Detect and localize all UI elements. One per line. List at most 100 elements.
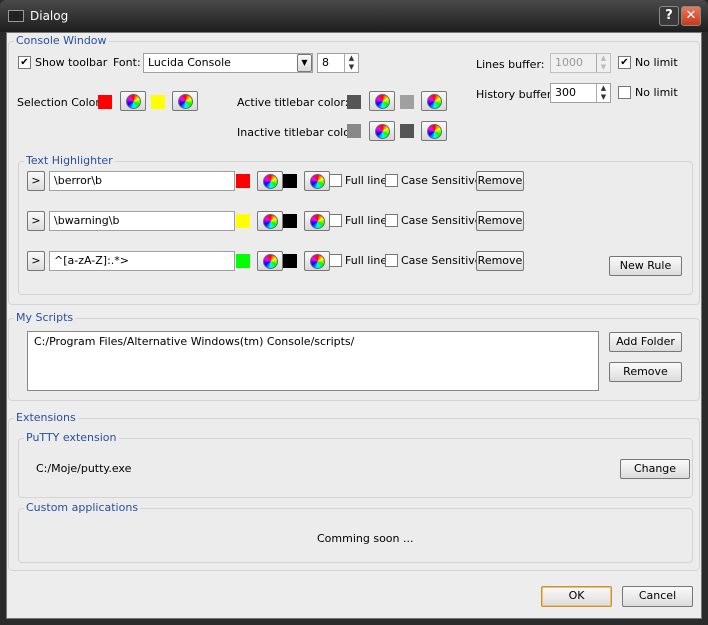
font-select[interactable]: Lucida Console [143,53,313,73]
app-icon [8,10,24,22]
color-wheel-icon [375,124,390,139]
history-buffer-spin-arrows[interactable]: ▲ ▼ [596,84,610,102]
lines-buffer-spin-arrows[interactable]: ▲ ▼ [596,54,610,72]
inactive-titlebar-label: Inactive titlebar color: [237,126,358,139]
rule-pattern-input[interactable]: \berror\b [49,171,235,191]
rule-fg-color-button[interactable] [257,171,283,191]
scripts-list[interactable]: C:/Program Files/Alternative Windows(tm)… [27,331,599,391]
console-window-label: Console Window [14,34,109,47]
custom-apps-text: Comming soon ... [317,532,414,545]
history-buffer-label: History buffer: [476,88,555,101]
rule-bg-color-button[interactable] [304,211,330,231]
rule-bg-swatch [283,254,297,268]
rule-bg-color-button[interactable] [304,171,330,191]
history-buffer-value: 300 [555,86,576,99]
active-fg-color-button[interactable] [369,91,395,111]
full-line-label: Full line [345,254,388,267]
rule-pattern-value: \berror\b [54,174,103,187]
case-sensitive-checkbox[interactable] [385,214,398,227]
close-button[interactable]: ✕ [681,6,701,26]
font-size-value: 8 [322,56,329,69]
case-sensitive-checkbox[interactable] [385,174,398,187]
color-wheel-icon [375,94,390,109]
color-wheel-icon [427,94,442,109]
rule-pattern-input[interactable]: ^[a-zA-Z]:.*> [49,251,235,271]
history-no-limit-label: No limit [635,86,678,99]
my-scripts-label: My Scripts [14,311,76,324]
full-line-checkbox[interactable] [329,214,342,227]
rule-fg-swatch [236,214,250,228]
active-fg-swatch [347,95,361,109]
scripts-list-item[interactable]: C:/Program Files/Alternative Windows(tm)… [34,335,592,348]
selection-bg-color-button[interactable] [172,91,198,111]
rule-bg-swatch [283,174,297,188]
text-highlighter-label: Text Highlighter [24,154,115,167]
color-wheel-icon [263,214,278,229]
putty-path: C:/Moje/putty.exe [36,462,132,475]
color-wheel-icon [427,124,442,139]
full-line-label: Full line [345,174,388,187]
remove-rule-button[interactable]: Remove [476,251,524,271]
expand-rule-button[interactable]: > [27,171,45,191]
font-value: Lucida Console [148,56,231,69]
color-wheel-icon [178,94,193,109]
full-line-checkbox[interactable] [329,174,342,187]
full-line-checkbox[interactable] [329,254,342,267]
active-bg-color-button[interactable] [421,91,447,111]
selection-fg-color-button[interactable] [120,91,146,111]
title-bar[interactable]: Dialog ? ✕ [0,0,708,32]
remove-rule-button[interactable]: Remove [476,171,524,191]
inactive-bg-swatch [400,124,414,138]
putty-label: PuTTY extension [24,431,119,444]
dialog-body: Console Window ✔ Show toolbar Font: Luci… [6,32,702,619]
ok-button[interactable]: OK [541,586,612,607]
remove-folder-button[interactable]: Remove [609,362,682,382]
extensions-label: Extensions [14,411,78,424]
chevron-down-icon[interactable]: ▼ [297,54,312,72]
cancel-button[interactable]: Cancel [622,586,693,607]
selection-color-label: Selection Color: [17,96,104,109]
rule-fg-color-button[interactable] [257,251,283,271]
case-sensitive-label: Case Sensitive [401,254,482,267]
lines-buffer-value: 1000 [555,56,583,69]
rule-fg-color-button[interactable] [257,211,283,231]
inactive-fg-swatch [347,124,361,138]
selection-bg-swatch [151,95,165,109]
color-wheel-icon [310,174,325,189]
color-wheel-icon [310,254,325,269]
rule-pattern-input[interactable]: \bwarning\b [49,211,235,231]
active-titlebar-label: Active titlebar color: [237,96,349,109]
change-button[interactable]: Change [620,459,690,479]
rule-bg-swatch [283,214,297,228]
rule-pattern-value: \bwarning\b [54,214,120,227]
selection-fg-swatch [98,95,112,109]
show-toolbar-checkbox[interactable]: ✔ [18,56,31,69]
history-no-limit-checkbox[interactable] [618,86,631,99]
custom-apps-label: Custom applications [24,501,141,514]
case-sensitive-label: Case Sensitive [401,214,482,227]
color-wheel-icon [310,214,325,229]
remove-rule-button[interactable]: Remove [476,211,524,231]
font-size-spin-arrows[interactable]: ▲ ▼ [344,54,358,72]
expand-rule-button[interactable]: > [27,251,45,271]
rule-pattern-value: ^[a-zA-Z]:.*> [54,254,129,267]
rule-fg-swatch [236,174,250,188]
add-folder-button[interactable]: Add Folder [609,332,682,352]
lines-buffer-label: Lines buffer: [476,58,545,71]
inactive-fg-color-button[interactable] [369,121,395,141]
show-toolbar-label: Show toolbar [35,56,108,69]
font-label: Font: [113,56,141,69]
color-wheel-icon [126,94,141,109]
new-rule-button[interactable]: New Rule [609,256,682,276]
lines-no-limit-label: No limit [635,56,678,69]
full-line-label: Full line [345,214,388,227]
inactive-bg-color-button[interactable] [421,121,447,141]
window-title: Dialog [30,9,69,23]
color-wheel-icon [263,254,278,269]
rule-fg-swatch [236,254,250,268]
case-sensitive-checkbox[interactable] [385,254,398,267]
expand-rule-button[interactable]: > [27,211,45,231]
help-button[interactable]: ? [659,6,679,26]
rule-bg-color-button[interactable] [304,251,330,271]
lines-no-limit-checkbox[interactable]: ✔ [618,56,631,69]
